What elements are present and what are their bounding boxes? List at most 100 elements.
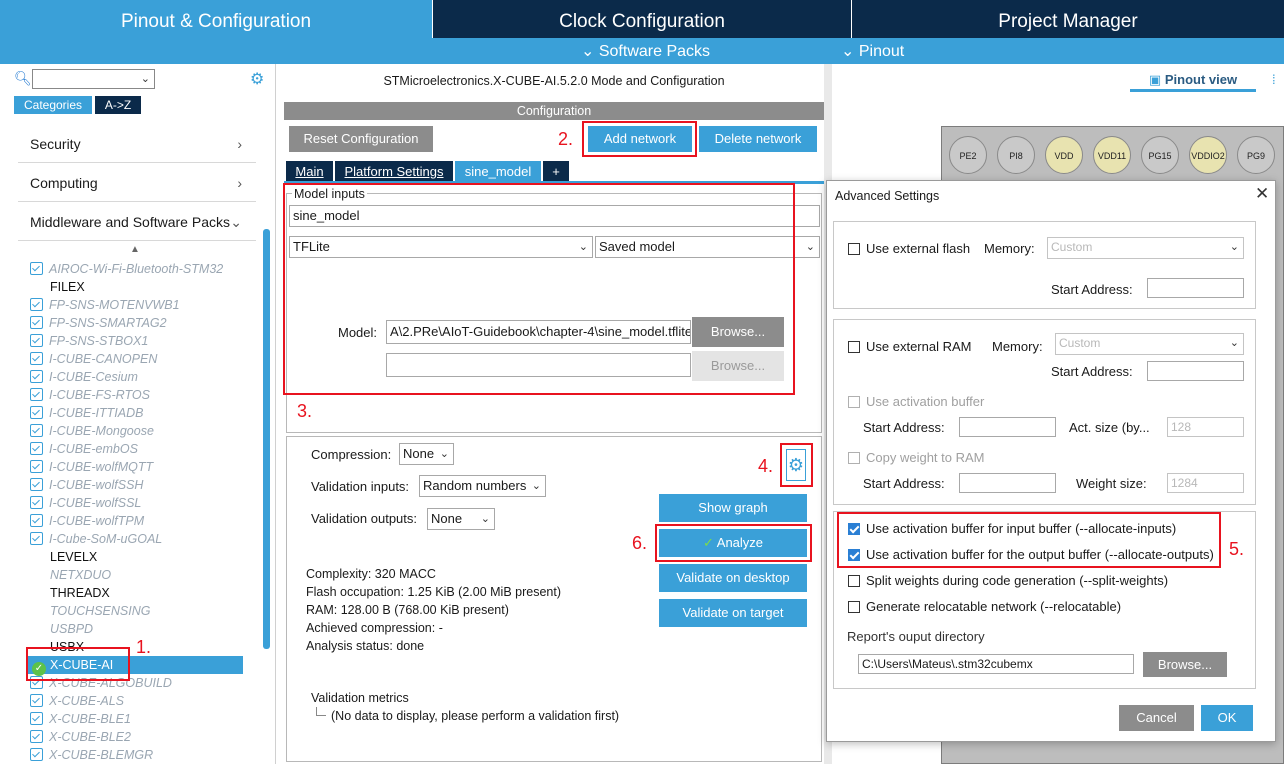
report-browse-button[interactable]: Browse... xyxy=(1143,652,1227,677)
start-address-label: Start Address: xyxy=(1051,364,1133,379)
sort-icon[interactable]: ▲ xyxy=(130,244,140,255)
annotation-box-2 xyxy=(582,121,697,157)
validation-inputs-select[interactable]: Random numbers ⌄ xyxy=(419,475,546,497)
pin-VDDIO2[interactable]: VDDIO2 xyxy=(1189,136,1227,174)
pin-PE2[interactable]: PE2 xyxy=(949,136,987,174)
download-icon xyxy=(30,298,43,311)
categories-tab[interactable]: Categories xyxy=(14,96,92,114)
start-address-flash-input[interactable] xyxy=(1147,278,1244,298)
list-item[interactable]: X-CUBE-BLEMGR xyxy=(30,746,153,764)
memory-select-flash[interactable]: Custom ⌄ xyxy=(1047,237,1244,259)
list-item[interactable]: I-CUBE-Mongoose xyxy=(30,422,154,440)
scrollbar-thumb[interactable] xyxy=(263,229,270,649)
tab-clock-configuration[interactable]: Clock Configuration xyxy=(432,0,851,38)
az-tab[interactable]: A->Z xyxy=(95,96,141,114)
tab-pinout-configuration[interactable]: Pinout & Configuration xyxy=(0,0,432,38)
checkbox xyxy=(848,575,860,587)
tab-project-manager[interactable]: Project Manager xyxy=(851,0,1284,38)
act-start-address-input[interactable] xyxy=(959,417,1056,437)
pin-VDD11[interactable]: VDD11 xyxy=(1093,136,1131,174)
close-icon[interactable]: ✕ xyxy=(1255,184,1269,204)
relocatable-checkbox[interactable]: Generate relocatable network (--relocata… xyxy=(848,599,1121,614)
tab-add[interactable]: + xyxy=(543,161,569,182)
pin-PI8[interactable]: PI8 xyxy=(997,136,1035,174)
list-item[interactable]: I-CUBE-embOS xyxy=(30,440,138,458)
compression-select[interactable]: None ⌄ xyxy=(399,443,454,465)
list-item[interactable]: AIROC-Wi-Fi-Bluetooth-STM32 xyxy=(30,260,223,278)
list-item[interactable]: I-CUBE-CANOPEN xyxy=(30,350,157,368)
list-item[interactable]: USBPD xyxy=(30,620,93,638)
validate-desktop-button[interactable]: Validate on desktop xyxy=(659,564,807,592)
list-item[interactable]: I-CUBE-wolfSSH xyxy=(30,476,143,494)
item-label: I-CUBE-CANOPEN xyxy=(49,352,158,366)
report-dir-label: Report's ouput directory xyxy=(847,629,985,644)
pinout-menu[interactable]: ⌄ Pinout xyxy=(841,38,904,64)
use-activation-buffer-checkbox[interactable]: Use activation buffer xyxy=(848,394,984,409)
weight-start-address-input[interactable] xyxy=(959,473,1056,493)
list-item[interactable]: THREADX xyxy=(30,584,110,602)
list-item[interactable]: FP-SNS-MOTENVWB1 xyxy=(30,296,180,314)
ram-text: RAM: 128.00 B (768.00 KiB present) xyxy=(306,603,509,617)
list-item[interactable]: I-CUBE-ITTIADB xyxy=(30,404,143,422)
pin-VDD[interactable]: VDD xyxy=(1045,136,1083,174)
list-item[interactable]: I-CUBE-wolfTPM xyxy=(30,512,144,530)
software-packs-label: Software Packs xyxy=(598,43,711,60)
use-external-flash-checkbox[interactable]: Use external flash xyxy=(848,241,970,256)
list-item[interactable]: TOUCHSENSING xyxy=(30,602,150,620)
item-label: X-CUBE-BLE1 xyxy=(49,712,131,726)
item-label: AIROC-Wi-Fi-Bluetooth-STM32 xyxy=(49,262,224,276)
list-item[interactable]: X-CUBE-BLE2 xyxy=(30,728,131,746)
annotation-4: 4. xyxy=(758,456,774,476)
split-weights-checkbox[interactable]: Split weights during code generation (--… xyxy=(848,573,1168,588)
validate-target-button[interactable]: Validate on target xyxy=(659,599,807,627)
search-icon: 🔍︎ xyxy=(14,70,32,86)
tab-main[interactable]: Main xyxy=(286,161,333,182)
category-computing[interactable]: Computing › xyxy=(18,164,256,202)
list-item[interactable]: NETXDUO xyxy=(30,566,111,584)
list-item[interactable]: X-CUBE-BLE1 xyxy=(30,710,131,728)
chevron-down-icon: ⌄ xyxy=(805,241,815,253)
category-middleware[interactable]: Middleware and Software Packs ⌄ xyxy=(18,203,256,241)
item-label: I-Cube-SoM-uGOAL xyxy=(49,532,163,546)
pinout-view-tab[interactable]: ▣ Pinout view xyxy=(1130,72,1256,92)
pin-PG15[interactable]: PG15 xyxy=(1141,136,1179,174)
ok-button[interactable]: OK xyxy=(1201,705,1253,731)
report-dir-input[interactable]: C:\Users\Mateus\.stm32cubemx xyxy=(858,654,1134,674)
list-item[interactable]: I-CUBE-wolfMQTT xyxy=(30,458,153,476)
pin-PG9[interactable]: PG9 xyxy=(1237,136,1275,174)
chevron-down-icon: ⌄ xyxy=(1229,337,1239,349)
checkbox xyxy=(848,243,860,255)
software-packs-menu[interactable]: ⌄ Software Packs xyxy=(581,38,710,64)
memory-value: Custom xyxy=(1051,240,1093,254)
act-size-input[interactable]: 128 xyxy=(1167,417,1244,437)
list-icon[interactable]: ⁞ xyxy=(1272,72,1276,87)
show-graph-button[interactable]: Show graph xyxy=(659,494,807,522)
list-item[interactable]: I-CUBE-Cesium xyxy=(30,368,138,386)
list-item[interactable]: I-CUBE-wolfSSL xyxy=(30,494,141,512)
gear-icon[interactable]: ⚙ xyxy=(250,69,264,89)
delete-network-button[interactable]: Delete network xyxy=(699,126,817,152)
search-combo[interactable]: ⌄ xyxy=(32,69,155,89)
validation-inputs-value: Random numbers xyxy=(423,478,527,493)
category-security[interactable]: Security › xyxy=(18,125,256,163)
no-data-text: (No data to display, please perform a va… xyxy=(331,709,620,723)
tab-sine-model[interactable]: sine_model xyxy=(455,161,541,182)
chevron-down-icon: ⌄ xyxy=(1229,241,1239,253)
list-item[interactable]: I-Cube-SoM-uGOAL xyxy=(30,530,162,548)
start-address-ram-input[interactable] xyxy=(1147,361,1244,381)
list-item[interactable]: FP-SNS-STBOX1 xyxy=(30,332,148,350)
reset-configuration-button[interactable]: Reset Configuration xyxy=(289,126,433,152)
memory-select-ram[interactable]: Custom ⌄ xyxy=(1055,333,1244,355)
use-external-ram-checkbox[interactable]: Use external RAM xyxy=(848,339,971,354)
tab-platform-settings[interactable]: Platform Settings xyxy=(335,161,453,182)
list-item[interactable]: X-CUBE-ALS xyxy=(30,692,124,710)
list-item[interactable]: FILEX xyxy=(30,278,85,296)
start-address-label: Start Address: xyxy=(863,420,945,435)
list-item[interactable]: I-CUBE-FS-RTOS xyxy=(30,386,150,404)
list-item[interactable]: LEVELX xyxy=(30,548,97,566)
validation-outputs-select[interactable]: None ⌄ xyxy=(427,508,495,530)
copy-weight-checkbox[interactable]: Copy weight to RAM xyxy=(848,450,985,465)
weight-size-input[interactable]: 1284 xyxy=(1167,473,1244,493)
list-item[interactable]: FP-SNS-SMARTAG2 xyxy=(30,314,167,332)
cancel-button[interactable]: Cancel xyxy=(1119,705,1194,731)
